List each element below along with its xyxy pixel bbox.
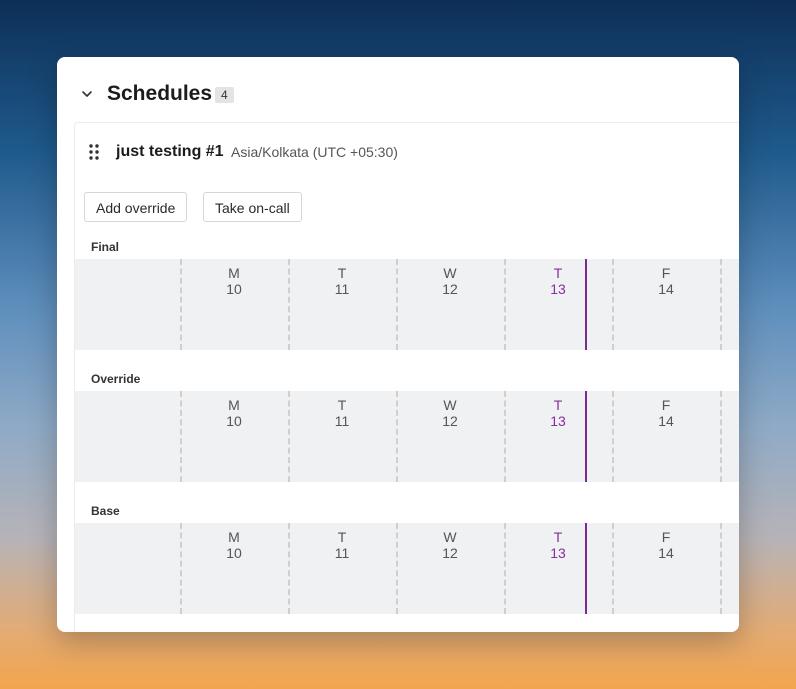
day-header: T 11 (312, 529, 372, 561)
day-header: M 10 (204, 529, 264, 561)
day-date: 14 (658, 545, 674, 561)
day-gridline (396, 391, 398, 482)
schedule-timezone: Asia/Kolkata (UTC +05:30) (231, 144, 398, 160)
day-date: 13 (550, 281, 566, 297)
day-header: W 12 (420, 529, 480, 561)
final-timeline[interactable]: M 10 T 11 W 12 T 13 F 14 (75, 259, 739, 350)
day-date: 13 (550, 545, 566, 561)
day-letter: T (337, 397, 347, 413)
base-row-label: Base (91, 504, 120, 518)
day-letter: T (553, 397, 563, 413)
day-header: F 14 (636, 265, 696, 297)
day-header: F 14 (636, 397, 696, 429)
day-letter: M (228, 265, 240, 281)
drag-handle-icon[interactable] (89, 144, 99, 160)
override-timeline[interactable]: M 10 T 11 W 12 T 13 F 14 (75, 391, 739, 482)
chevron-down-icon[interactable] (80, 87, 94, 101)
day-date: 10 (226, 545, 242, 561)
day-gridline (180, 259, 182, 350)
day-gridline (288, 391, 290, 482)
day-date: 14 (658, 413, 674, 429)
day-letter: F (661, 529, 671, 545)
add-override-button[interactable]: Add override (84, 192, 188, 222)
day-date: 11 (334, 281, 350, 297)
day-gridline (612, 391, 614, 482)
day-gridline (504, 523, 506, 614)
day-gridline (612, 259, 614, 350)
schedule-count-badge: 4 (215, 87, 234, 103)
day-date: 13 (550, 413, 566, 429)
day-letter: M (228, 529, 240, 545)
day-header: T 13 (528, 529, 588, 561)
take-oncall-button[interactable]: Take on-call (203, 192, 302, 222)
day-letter: W (443, 265, 457, 281)
day-header: M 10 (204, 265, 264, 297)
day-gridline (396, 259, 398, 350)
day-gridline (720, 259, 722, 350)
day-header: T 13 (528, 265, 588, 297)
day-letter: W (443, 397, 457, 413)
schedules-card: Schedules 4 just testing #1 Asia/Kolkata… (57, 57, 739, 632)
day-gridline (504, 391, 506, 482)
day-letter: T (553, 265, 563, 281)
day-date: 11 (334, 545, 350, 561)
day-date: 12 (442, 281, 458, 297)
day-letter: T (553, 529, 563, 545)
day-date: 14 (658, 281, 674, 297)
current-time-line (585, 259, 587, 350)
day-gridline (180, 391, 182, 482)
day-header: T 11 (312, 397, 372, 429)
override-row-label: Override (91, 372, 141, 386)
day-header: F 14 (636, 529, 696, 561)
current-time-line (585, 523, 587, 614)
day-gridline (612, 523, 614, 614)
day-letter: T (337, 265, 347, 281)
day-header: T 13 (528, 397, 588, 429)
day-date: 10 (226, 413, 242, 429)
day-header: M 10 (204, 397, 264, 429)
schedule-panel: just testing #1 Asia/Kolkata (UTC +05:30… (74, 122, 739, 632)
day-date: 12 (442, 545, 458, 561)
section-title: Schedules (107, 82, 213, 105)
current-time-line (585, 391, 587, 482)
day-date: 10 (226, 281, 242, 297)
day-letter: T (337, 529, 347, 545)
day-gridline (288, 523, 290, 614)
base-timeline[interactable]: M 10 T 11 W 12 T 13 F 14 (75, 523, 739, 614)
day-gridline (288, 259, 290, 350)
day-gridline (396, 523, 398, 614)
final-row-label: Final (91, 240, 120, 254)
day-letter: M (228, 397, 240, 413)
schedules-header: Schedules 4 (57, 57, 739, 123)
day-header: W 12 (420, 397, 480, 429)
day-date: 12 (442, 413, 458, 429)
day-gridline (504, 259, 506, 350)
day-header: T 11 (312, 265, 372, 297)
day-letter: W (443, 529, 457, 545)
day-gridline (720, 391, 722, 482)
day-header: W 12 (420, 265, 480, 297)
day-date: 11 (334, 413, 350, 429)
day-gridline (720, 523, 722, 614)
day-letter: F (661, 397, 671, 413)
schedule-name[interactable]: just testing #1 (116, 143, 224, 161)
day-letter: F (661, 265, 671, 281)
day-gridline (180, 523, 182, 614)
